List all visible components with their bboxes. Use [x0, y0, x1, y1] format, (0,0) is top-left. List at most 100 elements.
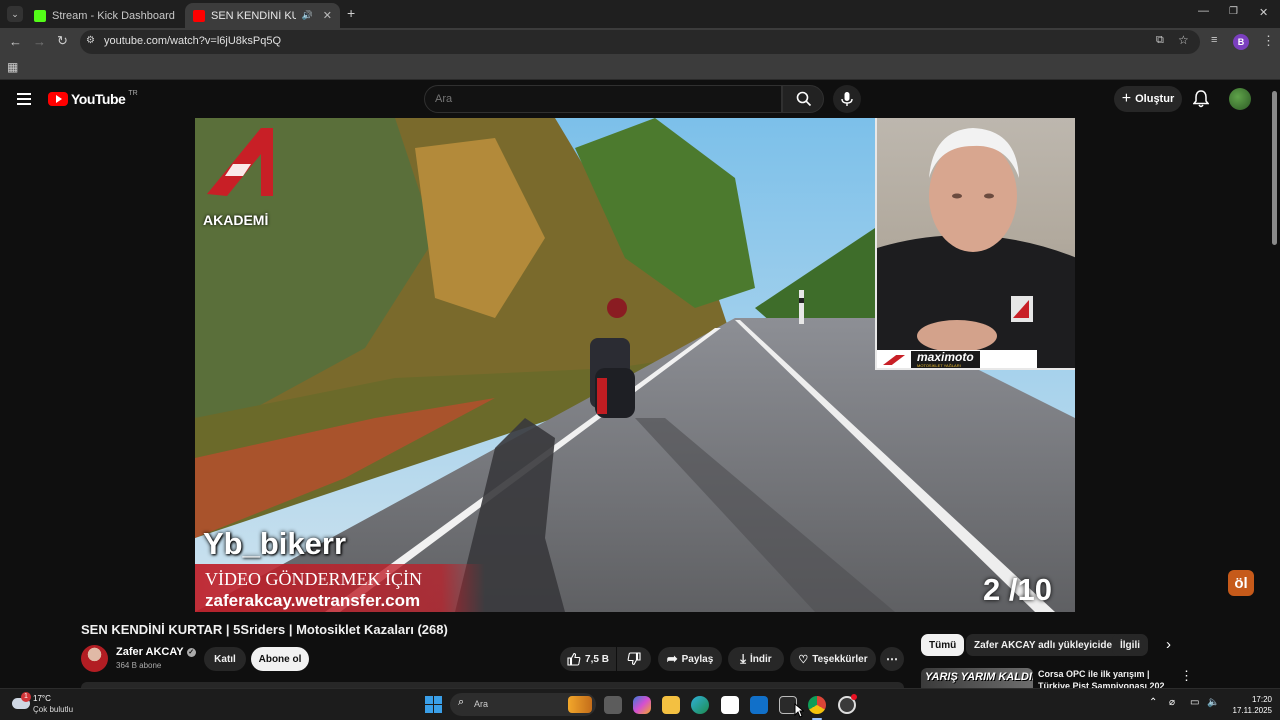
clip-counter: 2 /10: [983, 572, 1052, 607]
region-label: TR: [128, 89, 138, 97]
chip-related[interactable]: İlgili: [1112, 634, 1148, 656]
store-icon[interactable]: [721, 696, 739, 714]
more-actions-button[interactable]: ⋯: [880, 647, 904, 671]
search-highlight-icon: [568, 696, 592, 713]
tray-volume-icon[interactable]: 🔈: [1207, 697, 1219, 708]
download-button[interactable]: ⤓ İndir: [728, 647, 784, 671]
reload-icon[interactable]: ↻: [57, 33, 68, 49]
youtube-header: YouTube TR + Oluştur: [0, 81, 1268, 117]
clock-time: 17:20: [1251, 695, 1272, 704]
temperature: 17°C: [33, 694, 51, 703]
search-icon: [796, 91, 812, 107]
search-button[interactable]: [782, 85, 824, 113]
thanks-button[interactable]: ♡ Teşekkürler: [790, 647, 876, 671]
outlook-icon[interactable]: [750, 696, 768, 714]
channel-name-text[interactable]: Zafer AKCAY: [116, 646, 184, 658]
tray-display-icon[interactable]: ▭: [1190, 697, 1199, 708]
taskbar-search-label: Ara: [474, 699, 489, 709]
close-icon[interactable]: ✕: [323, 9, 332, 22]
tray-network-icon[interactable]: ⌀: [1169, 697, 1175, 708]
install-app-icon[interactable]: ⧉: [1156, 34, 1164, 47]
corner-watermark-logo: öl: [1228, 570, 1254, 596]
bookmarks-bar: ▦: [0, 56, 1280, 80]
youtube-logo[interactable]: YouTube TR: [48, 89, 138, 107]
create-button[interactable]: + Oluştur: [1114, 86, 1182, 112]
start-button[interactable]: [425, 696, 442, 713]
copilot-icon[interactable]: [633, 696, 651, 714]
close-icon[interactable]: ✕: [181, 9, 182, 22]
channel-avatar[interactable]: [81, 645, 108, 672]
tab-kick-dashboard[interactable]: Stream - Kick Dashboard ✕: [26, 3, 182, 28]
youtube-favicon-icon: [193, 9, 205, 22]
like-button[interactable]: 7,5 B: [560, 647, 616, 671]
chip-all[interactable]: Tümü: [921, 634, 965, 656]
bookmark-star-icon[interactable]: ☆: [1178, 33, 1189, 47]
chip-from-uploader[interactable]: Zafer AKCAY adlı yükleyiciden: [966, 634, 1127, 656]
chrome-menu-icon[interactable]: ⋮: [1262, 33, 1275, 49]
edge-icon[interactable]: [691, 696, 709, 714]
tab-youtube-video[interactable]: SEN KENDİNİ KURTAR | 5Sr 🔊 ✕: [185, 3, 340, 28]
create-label: Oluştur: [1135, 93, 1175, 105]
address-bar[interactable]: ⚙ youtube.com/watch?v=l6jU8ksPq5Q ⧉ ☆: [80, 30, 1200, 54]
channel-name[interactable]: Zafer AKCAY ✓: [116, 646, 196, 658]
chrome-icon[interactable]: [808, 696, 826, 714]
video-player[interactable]: AKADEMİ maximoto MOTOSİKLET YAĞLARI Yb_b…: [195, 118, 1075, 612]
apps-grid-icon[interactable]: ▦: [7, 60, 18, 74]
windows-taskbar: 1 17°C Çok bulutlu ⌕ Ara ⌃ ⌀ ▭ 🔈 17:20 1…: [0, 688, 1280, 720]
back-icon[interactable]: ←: [9, 34, 22, 49]
weather-widget[interactable]: 1 17°C Çok bulutlu: [10, 692, 100, 718]
recommendation-title[interactable]: Corsa OPC ile ilk yarışım | Türkiye Pist…: [1038, 668, 1168, 688]
join-label: Katıl: [214, 653, 236, 665]
share-button[interactable]: ➦ Paylaş: [658, 647, 722, 671]
site-info-icon[interactable]: ⚙: [86, 35, 95, 46]
speaker-icon[interactable]: 🔊: [302, 10, 313, 21]
sponsor-mark-icon: [883, 355, 905, 365]
task-view-icon[interactable]: [604, 696, 622, 714]
notifications-bell-icon[interactable]: [1192, 90, 1210, 113]
scrollbar-thumb[interactable]: [1272, 91, 1277, 245]
profile-avatar[interactable]: B: [1233, 34, 1249, 50]
menu-icon[interactable]: [17, 93, 31, 105]
share-label: Paylaş: [681, 653, 714, 665]
presenter-overlay: maximoto MOTOSİKLET YAĞLARI: [875, 118, 1075, 370]
sponsor-banner: maximoto MOTOSİKLET YAĞLARI: [877, 350, 1037, 368]
akademi-logo-mark: [207, 128, 273, 196]
recommendation-thumbnail[interactable]: YARIŞ YARIM KALDI!: [921, 668, 1033, 688]
dislike-button[interactable]: [617, 647, 651, 671]
subscribe-button[interactable]: Abone ol: [251, 647, 309, 671]
akademi-logo: [203, 124, 275, 196]
more-horizontal-icon: ⋯: [886, 652, 898, 666]
download-icon: ⤓: [740, 651, 747, 666]
join-button[interactable]: Katıl: [204, 647, 246, 671]
voice-search-button[interactable]: [833, 85, 861, 113]
youtube-logo-text: YouTube: [71, 91, 126, 107]
new-tab-icon[interactable]: +: [347, 5, 355, 21]
restore-icon[interactable]: ❐: [1229, 6, 1238, 17]
thanks-label: Teşekkürler: [812, 653, 868, 665]
chevron-right-icon[interactable]: ›: [1166, 636, 1171, 653]
recommendation-menu-icon[interactable]: ⋮: [1180, 668, 1193, 684]
tab-search-icon[interactable]: ⌄: [7, 6, 23, 22]
share-icon: ➦: [666, 651, 678, 666]
chip-label: İlgili: [1120, 639, 1140, 651]
taskbar-clock[interactable]: 17:20 17.11.2025: [1222, 694, 1272, 716]
media-controls-icon[interactable]: ≡: [1211, 34, 1217, 46]
presenter-figure: [877, 128, 1075, 368]
sponsor-name: maximoto: [917, 350, 974, 364]
window-close-icon[interactable]: ✕: [1259, 6, 1268, 19]
chip-label: Tümü: [929, 639, 957, 651]
taskbar-search-icon: ⌕: [458, 696, 465, 708]
file-explorer-icon[interactable]: [662, 696, 680, 714]
taskbar-search[interactable]: ⌕ Ara: [450, 693, 596, 716]
akademi-label: AKADEMİ: [203, 212, 269, 228]
video-title: SEN KENDİNİ KURTAR | 5Sriders | Motosikl…: [81, 622, 448, 637]
account-avatar[interactable]: [1229, 88, 1251, 110]
url-text[interactable]: youtube.com/watch?v=l6jU8ksPq5Q: [104, 35, 281, 47]
tray-overflow-icon[interactable]: ⌃: [1149, 697, 1157, 708]
page-scrollbar[interactable]: [1268, 81, 1280, 691]
minimize-icon[interactable]: —: [1198, 5, 1209, 17]
search-input[interactable]: [424, 85, 782, 113]
plus-icon: +: [1121, 90, 1132, 107]
forward-icon[interactable]: →: [33, 34, 46, 49]
tab-label: Stream - Kick Dashboard: [52, 9, 175, 22]
